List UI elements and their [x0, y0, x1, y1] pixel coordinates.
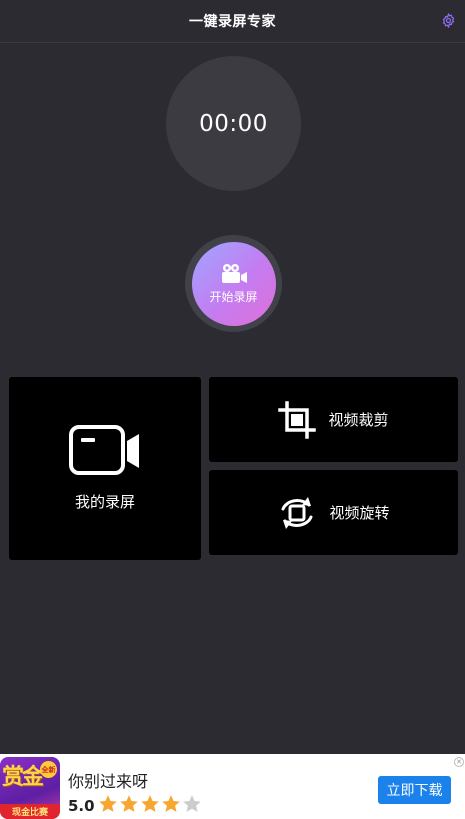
- my-recordings-tile[interactable]: 我的录屏: [9, 377, 201, 560]
- star-filled-icon: [140, 795, 159, 812]
- app-header: 一键录屏专家: [0, 0, 465, 43]
- star-filled-icon: [161, 795, 180, 812]
- ad-banner[interactable]: 赏金 全新 现金比赛 你别过来呀 5.0 立即下载 ✕: [0, 754, 465, 819]
- rotate-icon: [281, 496, 313, 529]
- ad-download-button[interactable]: 立即下载: [378, 776, 451, 804]
- video-crop-row: 视频裁剪: [278, 400, 389, 439]
- video-rotate-tile[interactable]: 视频旋转: [209, 470, 458, 555]
- page-title: 一键录屏专家: [189, 14, 276, 30]
- video-camera-icon: [221, 263, 247, 283]
- ad-logo-badge: 全新: [40, 761, 57, 778]
- video-rotate-label: 视频旋转: [329, 504, 390, 522]
- ad-logo-strip: 现金比赛: [0, 804, 60, 819]
- my-recordings-label: 我的录屏: [74, 493, 135, 511]
- app-root: 一键录屏专家 00:00 开始录屏 我的录屏 视频裁剪 视频旋转 赏金 全新 现…: [0, 0, 465, 819]
- video-icon: [69, 425, 139, 475]
- star-empty-icon: [182, 795, 201, 812]
- ad-rating-value: 5.0: [68, 797, 95, 815]
- ad-logo-text: 赏金: [2, 764, 44, 790]
- star-filled-icon: [119, 795, 138, 812]
- timer-display: 00:00: [166, 56, 301, 191]
- ad-rating-row: 5.0: [68, 794, 203, 818]
- record-button-ring: 开始录屏: [185, 235, 282, 332]
- video-crop-label: 视频裁剪: [328, 411, 389, 429]
- start-record-label: 开始录屏: [209, 289, 258, 304]
- star-filled-icon: [98, 795, 117, 812]
- video-rotate-row: 视频旋转: [277, 494, 390, 532]
- settings-button[interactable]: [439, 11, 457, 29]
- timer-value: 00:00: [199, 110, 268, 137]
- crop-icon: [278, 400, 317, 439]
- ad-close-icon[interactable]: ✕: [454, 757, 464, 767]
- ad-app-logo[interactable]: 赏金 全新 现金比赛: [0, 757, 60, 819]
- ad-title: 你别过来呀: [68, 772, 149, 791]
- ad-star-rating: [98, 794, 203, 818]
- start-record-button[interactable]: 开始录屏: [191, 241, 276, 326]
- video-crop-tile[interactable]: 视频裁剪: [209, 377, 458, 462]
- gear-icon: [442, 12, 454, 28]
